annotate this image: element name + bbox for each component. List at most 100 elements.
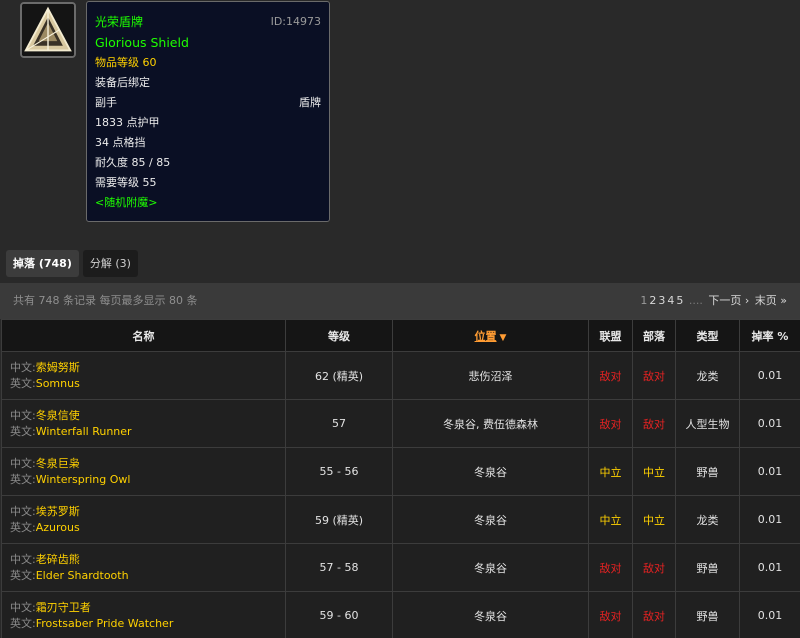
item-random-enchant: <随机附魔> bbox=[95, 193, 321, 213]
item-required-level: 需要等级 55 bbox=[95, 173, 321, 193]
label-en: 英文: bbox=[10, 425, 36, 438]
cell-horde-reaction: 敌对 bbox=[633, 400, 676, 448]
cell-drop-rate: 0.01 bbox=[740, 544, 800, 592]
item-name-en: Glorious Shield bbox=[95, 32, 321, 53]
label-zh: 中文: bbox=[10, 505, 36, 518]
column-header-type[interactable]: 类型 bbox=[676, 320, 740, 352]
pagination: 12345 .... 下一页 › 末页 » bbox=[638, 283, 787, 319]
table-header-row: 名称 等级 位置▼ 联盟 部落 类型 掉率 % bbox=[2, 320, 800, 352]
cell-horde-reaction: 敌对 bbox=[633, 544, 676, 592]
results-info-bar: 共有 748 条记录 每页最多显示 80 条 12345 .... 下一页 › … bbox=[0, 283, 800, 319]
cell-drop-rate: 0.01 bbox=[740, 400, 800, 448]
item-tooltip: 光荣盾牌 ID:14973 Glorious Shield 物品等级 60 装备… bbox=[86, 1, 330, 222]
column-header-name[interactable]: 名称 bbox=[2, 320, 286, 352]
label-en: 英文: bbox=[10, 521, 36, 534]
cell-level: 59 - 60 bbox=[286, 592, 393, 638]
cell-name: 中文:索姆努斯英文:Somnus bbox=[2, 352, 286, 400]
table-row: 中文:冬泉巨枭英文:Winterspring Owl55 - 56冬泉谷中立中立… bbox=[2, 448, 800, 496]
column-header-location[interactable]: 位置▼ bbox=[393, 320, 589, 352]
label-zh: 中文: bbox=[10, 601, 36, 614]
npc-name-en-link[interactable]: Somnus bbox=[36, 377, 80, 390]
cell-horde-reaction: 中立 bbox=[633, 448, 676, 496]
cell-drop-rate: 0.01 bbox=[740, 352, 800, 400]
cell-drop-rate: 0.01 bbox=[740, 592, 800, 638]
npc-name-zh-link[interactable]: 埃苏罗斯 bbox=[36, 505, 80, 518]
cell-alliance-reaction: 中立 bbox=[589, 496, 633, 544]
next-page-link[interactable]: 下一页 › bbox=[708, 294, 749, 307]
page-ellipsis: .... bbox=[689, 294, 703, 307]
cell-type: 野兽 bbox=[676, 592, 740, 638]
item-block: 34 点格挡 bbox=[95, 133, 321, 153]
cell-location: 悲伤沼泽 bbox=[393, 352, 589, 400]
item-bind: 装备后绑定 bbox=[95, 73, 321, 93]
drop-table: 名称 等级 位置▼ 联盟 部落 类型 掉率 % 中文:索姆努斯英文:Somnus… bbox=[1, 319, 800, 638]
npc-name-en-link[interactable]: Winterfall Runner bbox=[36, 425, 132, 438]
item-armor: 1833 点护甲 bbox=[95, 113, 321, 133]
cell-drop-rate: 0.01 bbox=[740, 496, 800, 544]
column-header-drop-rate[interactable]: 掉率 % bbox=[740, 320, 800, 352]
label-en: 英文: bbox=[10, 617, 36, 630]
cell-location: 冬泉谷 bbox=[393, 544, 589, 592]
cell-level: 62 (精英) bbox=[286, 352, 393, 400]
page-link-4[interactable]: 4 bbox=[667, 294, 674, 307]
page-link-3[interactable]: 3 bbox=[658, 294, 665, 307]
cell-type: 人型生物 bbox=[676, 400, 740, 448]
chevron-down-icon: ▼ bbox=[500, 333, 507, 343]
item-name-zh: 光荣盾牌 ID:14973 bbox=[95, 12, 321, 32]
table-row: 中文:老碎齿熊英文:Elder Shardtooth57 - 58冬泉谷敌对敌对… bbox=[2, 544, 800, 592]
cell-name: 中文:埃苏罗斯英文:Azurous bbox=[2, 496, 286, 544]
cell-level: 55 - 56 bbox=[286, 448, 393, 496]
cell-type: 野兽 bbox=[676, 448, 740, 496]
table-row: 中文:索姆努斯英文:Somnus62 (精英)悲伤沼泽敌对敌对龙类0.01 bbox=[2, 352, 800, 400]
npc-name-zh-link[interactable]: 霜刃守卫者 bbox=[36, 601, 91, 614]
cell-horde-reaction: 中立 bbox=[633, 496, 676, 544]
column-header-level[interactable]: 等级 bbox=[286, 320, 393, 352]
npc-name-en-link[interactable]: Elder Shardtooth bbox=[36, 569, 129, 582]
cell-type: 龙类 bbox=[676, 496, 740, 544]
page-link-5[interactable]: 5 bbox=[676, 294, 683, 307]
cell-type: 龙类 bbox=[676, 352, 740, 400]
cell-alliance-reaction: 敌对 bbox=[589, 544, 633, 592]
npc-name-zh-link[interactable]: 冬泉巨枭 bbox=[36, 457, 80, 470]
last-page-link[interactable]: 末页 » bbox=[755, 294, 787, 307]
npc-name-en-link[interactable]: Frostsaber Pride Watcher bbox=[36, 617, 174, 630]
cell-alliance-reaction: 敌对 bbox=[589, 592, 633, 638]
column-header-location-label[interactable]: 位置 bbox=[475, 330, 497, 343]
cell-location: 冬泉谷 bbox=[393, 496, 589, 544]
cell-level: 59 (精英) bbox=[286, 496, 393, 544]
page-link-1[interactable]: 1 bbox=[640, 294, 647, 307]
npc-name-zh-link[interactable]: 老碎齿熊 bbox=[36, 553, 80, 566]
npc-name-en-link[interactable]: Winterspring Owl bbox=[36, 473, 131, 486]
cell-horde-reaction: 敌对 bbox=[633, 592, 676, 638]
cell-location: 冬泉谷, 费伍德森林 bbox=[393, 400, 589, 448]
tab-disenchant[interactable]: 分解 (3) bbox=[83, 250, 138, 277]
tab-drops[interactable]: 掉落 (748) bbox=[6, 250, 79, 277]
results-summary: 共有 748 条记录 每页最多显示 80 条 bbox=[13, 283, 197, 319]
cell-level: 57 bbox=[286, 400, 393, 448]
label-en: 英文: bbox=[10, 377, 36, 390]
cell-level: 57 - 58 bbox=[286, 544, 393, 592]
label-en: 英文: bbox=[10, 473, 36, 486]
triangle-shield-icon bbox=[20, 2, 76, 58]
page-link-2[interactable]: 2 bbox=[649, 294, 656, 307]
column-header-alliance[interactable]: 联盟 bbox=[589, 320, 633, 352]
cell-horde-reaction: 敌对 bbox=[633, 352, 676, 400]
item-type: 盾牌 bbox=[299, 93, 321, 113]
table-body: 中文:索姆努斯英文:Somnus62 (精英)悲伤沼泽敌对敌对龙类0.01中文:… bbox=[2, 352, 800, 638]
label-zh: 中文: bbox=[10, 361, 36, 374]
item-id: ID:14973 bbox=[271, 12, 321, 32]
item-slot-row: 副手 盾牌 bbox=[95, 93, 321, 113]
table-row: 中文:埃苏罗斯英文:Azurous59 (精英)冬泉谷中立中立龙类0.01 bbox=[2, 496, 800, 544]
cell-alliance-reaction: 敌对 bbox=[589, 400, 633, 448]
label-en: 英文: bbox=[10, 569, 36, 582]
npc-name-zh-link[interactable]: 冬泉信使 bbox=[36, 409, 80, 422]
cell-name: 中文:冬泉巨枭英文:Winterspring Owl bbox=[2, 448, 286, 496]
cell-name: 中文:霜刃守卫者英文:Frostsaber Pride Watcher bbox=[2, 592, 286, 638]
label-zh: 中文: bbox=[10, 409, 36, 422]
npc-name-en-link[interactable]: Azurous bbox=[36, 521, 80, 534]
npc-name-zh-link[interactable]: 索姆努斯 bbox=[36, 361, 80, 374]
column-header-horde[interactable]: 部落 bbox=[633, 320, 676, 352]
item-level: 物品等级 60 bbox=[95, 53, 321, 73]
label-zh: 中文: bbox=[10, 457, 36, 470]
cell-type: 野兽 bbox=[676, 544, 740, 592]
